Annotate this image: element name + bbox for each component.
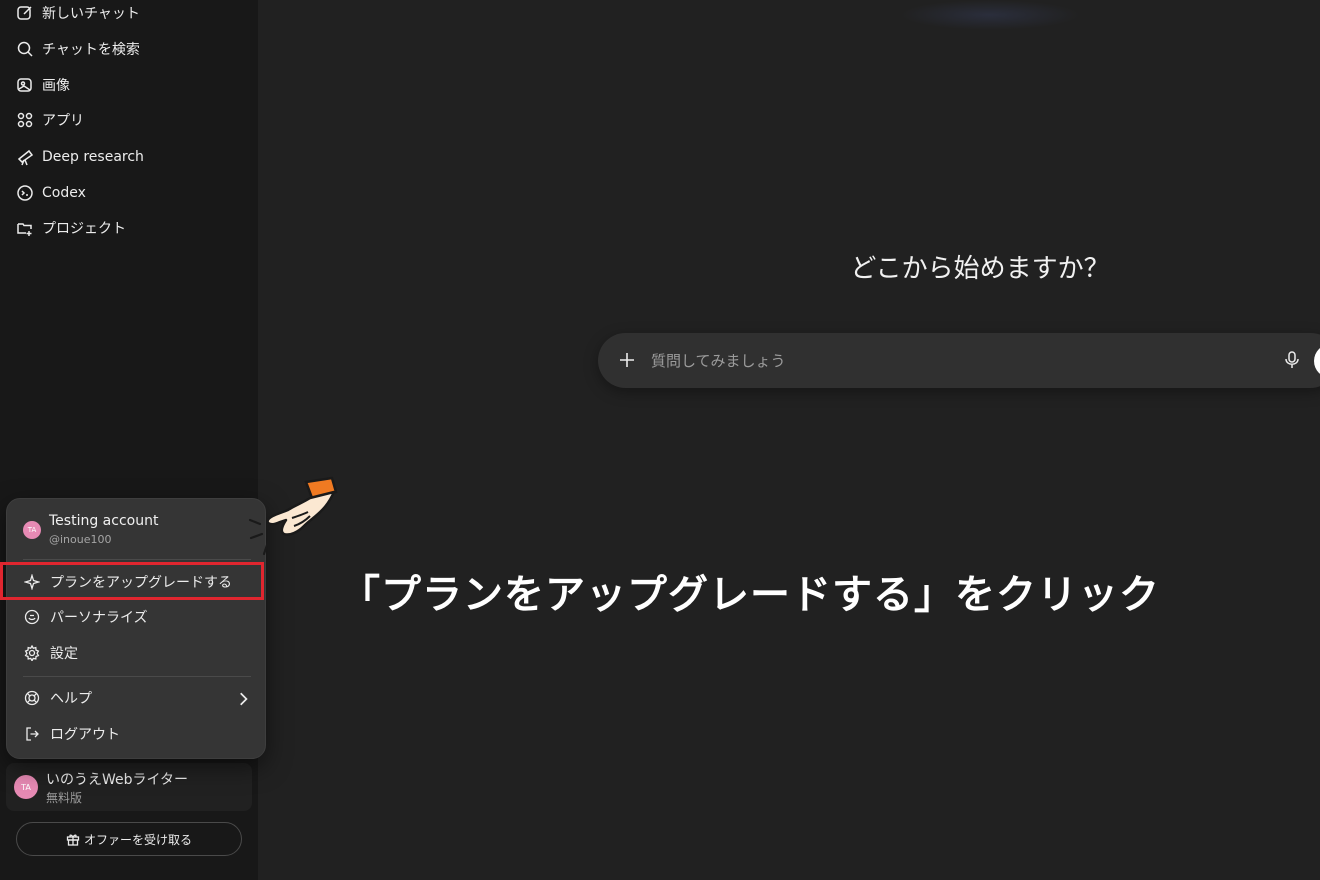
- folder-plus-icon: [16, 219, 34, 237]
- gear-icon: [24, 645, 40, 661]
- sidebar-item-images[interactable]: 画像: [10, 70, 246, 100]
- menu-item-logout[interactable]: ログアウト: [7, 717, 265, 751]
- search-icon: [16, 40, 34, 58]
- menu-item-upgrade-plan[interactable]: プランをアップグレードする: [7, 565, 265, 599]
- sidebar-item-label: アプリ: [42, 113, 84, 129]
- sidebar-item-codex[interactable]: Codex: [10, 178, 246, 208]
- avatar: TA: [14, 775, 38, 799]
- sparkle-icon: [24, 574, 40, 590]
- sidebar-item-label: 新しいチャット: [42, 6, 140, 22]
- sidebar-item-label: Codex: [42, 185, 86, 201]
- sidebar-item-label: 画像: [42, 78, 70, 94]
- lifebuoy-icon: [24, 690, 40, 706]
- divider: [23, 676, 251, 677]
- chat-composer[interactable]: 質問してみましょう: [598, 333, 1320, 388]
- edit-icon: [16, 4, 34, 22]
- account-menu: TA Testing account @inoue100 プランをアップグレード…: [6, 498, 266, 759]
- personalize-icon: [24, 609, 40, 625]
- sidebar-item-label: Deep research: [42, 149, 144, 165]
- menu-item-label: 設定: [50, 646, 78, 662]
- sidebar-item-apps[interactable]: アプリ: [10, 105, 246, 135]
- sidebar-item-label: チャットを検索: [42, 42, 140, 58]
- codex-icon: [16, 184, 34, 202]
- top-glow: [900, 0, 1080, 30]
- apps-grid-icon: [16, 111, 34, 129]
- user-profile-card[interactable]: TA いのうえWebライター 無料版: [6, 763, 252, 811]
- avatar: TA: [23, 521, 41, 539]
- sidebar-item-search[interactable]: チャットを検索: [10, 34, 246, 64]
- account-handle: @inoue100: [49, 533, 112, 546]
- account-name: Testing account: [49, 513, 159, 529]
- claim-offer-button[interactable]: オファーを受け取る: [16, 822, 242, 856]
- sidebar-item-new-chat[interactable]: 新しいチャット: [10, 0, 246, 28]
- instruction-caption: 「プランをアップグレードする」をクリック: [340, 572, 1160, 618]
- plus-icon[interactable]: [616, 349, 638, 371]
- voice-mode-button[interactable]: [1314, 344, 1320, 378]
- menu-item-settings[interactable]: 設定: [7, 636, 265, 670]
- logout-icon: [24, 726, 40, 742]
- menu-item-label: パーソナライズ: [50, 610, 148, 626]
- chevron-right-icon: [235, 691, 249, 706]
- pointing-hand-icon: [246, 472, 342, 560]
- menu-item-personalize[interactable]: パーソナライズ: [7, 600, 265, 634]
- user-name: いのうえWebライター: [46, 772, 188, 788]
- sidebar-item-deep-research[interactable]: Deep research: [10, 142, 246, 172]
- image-icon: [16, 76, 34, 94]
- sidebar-item-projects[interactable]: プロジェクト: [10, 213, 246, 243]
- user-plan: 無料版: [46, 791, 83, 805]
- claim-offer-label: オファーを受け取る: [83, 832, 192, 847]
- menu-item-label: ログアウト: [50, 727, 120, 743]
- chat-input[interactable]: 質問してみましょう: [651, 350, 786, 371]
- menu-item-label: プランをアップグレードする: [50, 575, 232, 591]
- sidebar-item-label: プロジェクト: [42, 221, 126, 237]
- gift-icon: [66, 832, 80, 846]
- menu-item-help[interactable]: ヘルプ: [7, 681, 265, 715]
- menu-item-label: ヘルプ: [50, 691, 92, 707]
- page-title: どこから始めますか？: [850, 254, 1110, 284]
- microphone-icon[interactable]: [1282, 350, 1302, 370]
- telescope-icon: [16, 148, 34, 166]
- divider: [23, 559, 251, 560]
